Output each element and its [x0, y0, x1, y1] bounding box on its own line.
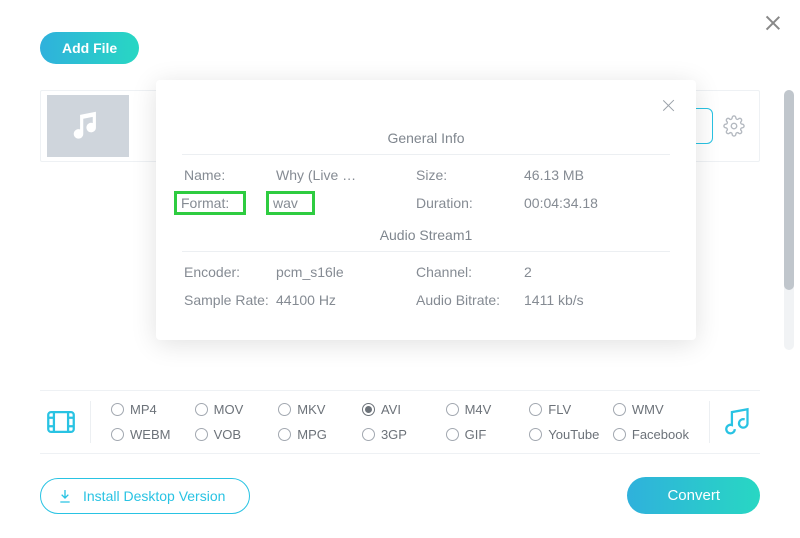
- video-format-icon[interactable]: [40, 401, 82, 443]
- file-info-modal: General Info Name: Why (Live … Size: 46.…: [156, 80, 696, 340]
- radio-circle-icon: [195, 403, 208, 416]
- audio-stream-grid: Encoder: pcm_s16le Channel: 2 Sample Rat…: [182, 260, 670, 312]
- scrollbar-track: [784, 90, 794, 350]
- radio-circle-icon: [362, 403, 375, 416]
- add-file-button[interactable]: Add File: [40, 32, 139, 64]
- settings-gear-icon[interactable]: [723, 115, 745, 137]
- format-radio-label: MPG: [297, 427, 327, 442]
- size-label: Size:: [416, 167, 524, 183]
- install-desktop-button[interactable]: Install Desktop Version: [40, 478, 250, 514]
- format-radio-mpg[interactable]: MPG: [278, 427, 354, 442]
- sample-rate-value: 44100 Hz: [276, 292, 416, 308]
- format-value-highlight: wav: [266, 191, 315, 215]
- format-radio-label: MKV: [297, 402, 325, 417]
- scrollbar-thumb[interactable]: [784, 90, 794, 290]
- format-radio-grid: MP4 MOV MKV AVI M4V FLV WMV WEBM VOB MPG 3GP GIF You…: [99, 402, 701, 442]
- radio-circle-icon: [529, 428, 542, 441]
- format-radio-label: VOB: [214, 427, 241, 442]
- format-radio-mov[interactable]: MOV: [195, 402, 271, 417]
- duration-value: 00:04:34.18: [524, 195, 668, 211]
- install-desktop-label: Install Desktop Version: [83, 488, 225, 504]
- format-value: wav: [276, 195, 416, 211]
- audio-bitrate-label: Audio Bitrate:: [416, 292, 524, 308]
- format-radio-avi[interactable]: AVI: [362, 402, 438, 417]
- general-info-title: General Info: [182, 130, 670, 146]
- format-radio-label: MOV: [214, 402, 244, 417]
- format-radio-flv[interactable]: FLV: [529, 402, 605, 417]
- convert-button[interactable]: Convert: [627, 477, 760, 514]
- format-radio-mkv[interactable]: MKV: [278, 402, 354, 417]
- radio-circle-icon: [278, 428, 291, 441]
- format-radio-webm[interactable]: WEBM: [111, 427, 187, 442]
- name-label: Name:: [184, 167, 276, 183]
- format-radio-label: FLV: [548, 402, 571, 417]
- format-radio-wmv[interactable]: WMV: [613, 402, 689, 417]
- radio-circle-icon: [446, 403, 459, 416]
- encoder-value: pcm_s16le: [276, 264, 416, 280]
- radio-circle-icon: [613, 428, 626, 441]
- divider: [709, 401, 710, 443]
- format-highlight: Format:: [174, 191, 246, 215]
- sample-rate-label: Sample Rate:: [184, 292, 276, 308]
- format-label: Format:: [184, 195, 276, 211]
- radio-circle-icon: [529, 403, 542, 416]
- format-radio-label: AVI: [381, 402, 401, 417]
- format-radio-label: Facebook: [632, 427, 689, 442]
- format-radio-label: MP4: [130, 402, 157, 417]
- format-radio-label: WMV: [632, 402, 664, 417]
- divider: [182, 251, 670, 252]
- audio-stream-title: Audio Stream1: [182, 227, 670, 243]
- radio-circle-icon: [195, 428, 208, 441]
- format-radio-label: GIF: [465, 427, 487, 442]
- size-value: 46.13 MB: [524, 167, 668, 183]
- divider: [182, 154, 670, 155]
- format-radio-facebook[interactable]: Facebook: [613, 427, 689, 442]
- radio-circle-icon: [278, 403, 291, 416]
- radio-circle-icon: [446, 428, 459, 441]
- radio-circle-icon: [362, 428, 375, 441]
- format-radio-gif[interactable]: GIF: [446, 427, 522, 442]
- format-radio-label: M4V: [465, 402, 492, 417]
- format-radio-vob[interactable]: VOB: [195, 427, 271, 442]
- window-close-icon[interactable]: [764, 14, 782, 32]
- format-radio-m4v[interactable]: M4V: [446, 402, 522, 417]
- format-radio-label: YouTube: [548, 427, 599, 442]
- audio-file-thumbnail: [47, 95, 129, 157]
- audio-format-icon[interactable]: [718, 401, 760, 443]
- divider: [90, 401, 91, 443]
- modal-close-icon[interactable]: [661, 98, 676, 113]
- name-value: Why (Live …: [276, 167, 416, 183]
- encoder-label: Encoder:: [184, 264, 276, 280]
- channel-label: Channel:: [416, 264, 524, 280]
- radio-circle-icon: [111, 428, 124, 441]
- music-note-icon: [69, 107, 107, 145]
- audio-bitrate-value: 1411 kb/s: [524, 292, 668, 308]
- format-radio-mp4[interactable]: MP4: [111, 402, 187, 417]
- format-radio-3gp[interactable]: 3GP: [362, 427, 438, 442]
- radio-circle-icon: [613, 403, 626, 416]
- channel-value: 2: [524, 264, 668, 280]
- format-radio-label: 3GP: [381, 427, 407, 442]
- download-icon: [57, 488, 73, 504]
- radio-circle-icon: [111, 403, 124, 416]
- format-radio-label: WEBM: [130, 427, 170, 442]
- format-radio-youtube[interactable]: YouTube: [529, 427, 605, 442]
- duration-label: Duration:: [416, 195, 524, 211]
- general-info-grid: Name: Why (Live … Size: 46.13 MB Format:…: [182, 163, 670, 215]
- output-format-strip: MP4 MOV MKV AVI M4V FLV WMV WEBM VOB MPG 3GP GIF You…: [40, 390, 760, 454]
